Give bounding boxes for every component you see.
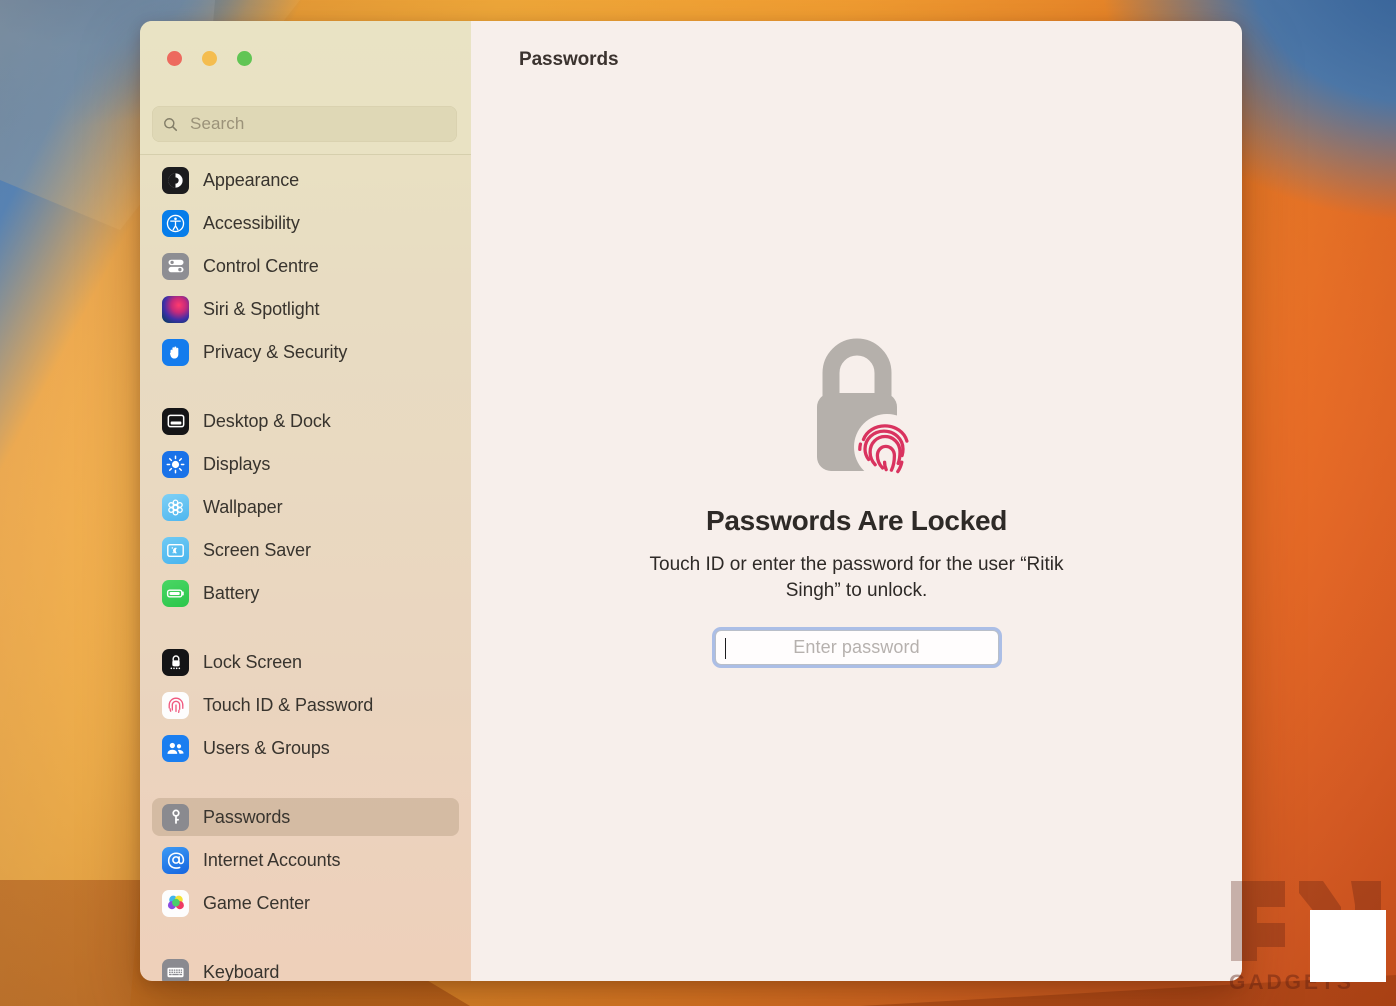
game-center-icon	[162, 889, 189, 917]
key-icon	[162, 803, 189, 831]
sidebar-item-label: Touch ID & Password	[203, 694, 374, 715]
sidebar-item-touch-id-password[interactable]: Touch ID & Password	[152, 686, 459, 724]
search-icon	[162, 116, 179, 133]
sidebar-group-2: Desktop & Dock Displays Wallpaper Screen…	[140, 402, 471, 612]
text-cursor	[724, 638, 727, 660]
sidebar-group-3: Lock Screen Touch ID & Password Users & …	[140, 643, 471, 767]
sidebar-item-label: Game Center	[203, 892, 310, 913]
desktop-wallpaper: Appearance Accessibility Control Centre …	[0, 0, 1396, 1006]
lock-screen-icon	[162, 648, 189, 676]
sidebar-item-label: Displays	[203, 453, 271, 474]
sidebar-item-label: Desktop & Dock	[203, 410, 331, 431]
accessibility-icon	[162, 209, 189, 237]
displays-sun-icon	[162, 450, 189, 478]
locked-subtitle: Touch ID or enter the password for the u…	[649, 554, 1064, 602]
sidebar-group-4: Passwords Internet Accounts Game Center	[140, 798, 471, 922]
sidebar-item-label: Lock Screen	[203, 651, 302, 672]
sidebar-item-siri-spotlight[interactable]: Siri & Spotlight	[152, 290, 459, 328]
sidebar-item-game-center[interactable]: Game Center	[152, 884, 459, 922]
users-groups-icon	[162, 734, 189, 762]
sidebar-item-passwords[interactable]: Passwords	[152, 798, 459, 836]
sidebar-item-label: Accessibility	[203, 212, 300, 233]
screen-saver-icon	[162, 536, 189, 564]
sidebar-item-label: Users & Groups	[203, 737, 330, 758]
maximize-button[interactable]	[237, 51, 252, 66]
sidebar-item-label: Screen Saver	[203, 539, 311, 560]
at-sign-icon	[162, 846, 189, 874]
sidebar-group-1: Appearance Accessibility Control Centre …	[140, 161, 471, 371]
sidebar-item-lock-screen[interactable]: Lock Screen	[152, 643, 459, 681]
control-centre-icon	[162, 252, 189, 280]
password-placeholder: Enter password	[793, 637, 920, 658]
search-field-container[interactable]: Search	[152, 106, 457, 142]
sidebar-item-keyboard[interactable]: Keyboard	[152, 953, 459, 981]
page-title: Passwords	[519, 49, 619, 70]
sidebar-item-label: Siri & Spotlight	[203, 298, 320, 319]
main-content: Passwords Passwords Are Locked Touch ID …	[471, 21, 1242, 981]
sidebar-item-desktop-dock[interactable]: Desktop & Dock	[152, 402, 459, 440]
sidebar-item-appearance[interactable]: Appearance	[152, 161, 459, 199]
sidebar-item-label: Control Centre	[203, 255, 319, 276]
sidebar-divider-4	[140, 927, 471, 953]
sidebar-item-internet-accounts[interactable]: Internet Accounts	[152, 841, 459, 879]
passwords-locked-panel: Passwords Are Locked Touch ID or enter t…	[471, 331, 1242, 666]
desktop-dock-icon	[162, 407, 189, 435]
sidebar-item-accessibility[interactable]: Accessibility	[152, 204, 459, 242]
sidebar-divider-2	[140, 617, 471, 643]
keyboard-icon	[162, 958, 189, 981]
sidebar-item-control-centre[interactable]: Control Centre	[152, 247, 459, 285]
search-placeholder: Search	[190, 114, 245, 133]
sidebar-item-displays[interactable]: Displays	[152, 445, 459, 483]
sidebar-item-screen-saver[interactable]: Screen Saver	[152, 531, 459, 569]
sidebar-item-battery[interactable]: Battery	[152, 574, 459, 612]
sidebar-divider-3	[140, 772, 471, 798]
sidebar-item-label: Appearance	[203, 169, 300, 190]
search-input[interactable]: Search	[152, 106, 457, 142]
padlock-with-fingerprint-icon	[793, 331, 921, 483]
sidebar-item-label: Passwords	[203, 806, 291, 827]
wallpaper-flower-icon	[162, 493, 189, 521]
close-button[interactable]	[167, 51, 182, 66]
sidebar-group-5: Keyboard Trackpad	[140, 953, 471, 981]
sidebar-item-label: Battery	[203, 582, 260, 603]
siri-icon	[162, 295, 189, 323]
sidebar-item-label: Internet Accounts	[203, 849, 341, 870]
appearance-icon	[162, 166, 189, 194]
sidebar-item-wallpaper[interactable]: Wallpaper	[152, 488, 459, 526]
sidebar-scroll-area[interactable]: Appearance Accessibility Control Centre …	[140, 21, 471, 981]
sidebar-item-label: Wallpaper	[203, 496, 283, 517]
system-settings-window: Appearance Accessibility Control Centre …	[140, 21, 1242, 981]
minimize-button[interactable]	[202, 51, 217, 66]
window-traffic-lights	[167, 51, 252, 66]
password-input[interactable]: Enter password	[714, 630, 999, 666]
battery-icon	[162, 579, 189, 607]
privacy-hand-icon	[162, 338, 189, 366]
sidebar: Appearance Accessibility Control Centre …	[140, 21, 471, 981]
sidebar-item-label: Keyboard	[203, 961, 280, 982]
sidebar-item-label: Privacy & Security	[203, 341, 348, 362]
sidebar-item-users-groups[interactable]: Users & Groups	[152, 729, 459, 767]
locked-title: Passwords Are Locked	[705, 505, 1008, 536]
sidebar-divider-1	[140, 376, 471, 402]
sidebar-item-privacy-security[interactable]: Privacy & Security	[152, 333, 459, 371]
touch-id-fingerprint-icon	[162, 691, 189, 719]
